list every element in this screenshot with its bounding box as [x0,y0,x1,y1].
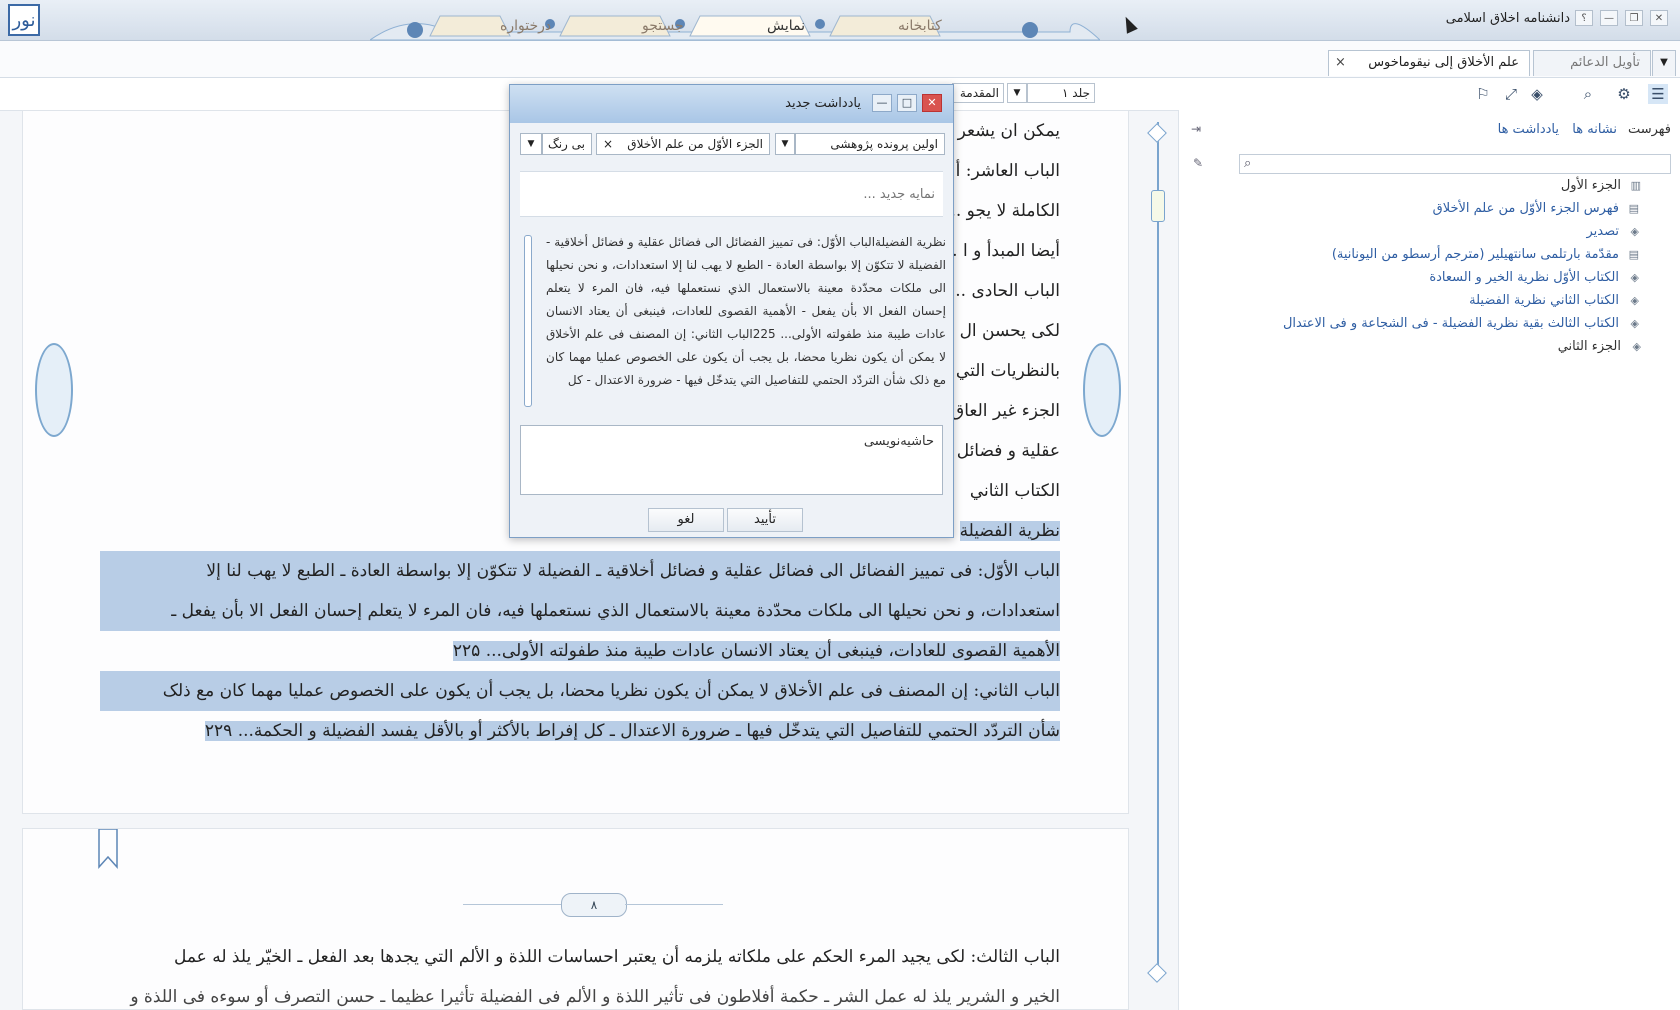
tree-item[interactable]: ▤مقدّمة بارتلمی سانتهیلیر (مترجم أرسطو م… [1332,247,1639,262]
collapse-panel-icon[interactable]: ⇥ [1191,122,1201,136]
layers-icon: ◈ [1630,317,1639,330]
layers-icon[interactable]: ◈ [1527,84,1547,104]
divider-left [463,904,561,905]
fullscreen-icon[interactable]: ⤢ [1501,84,1521,104]
tab-bookmarks[interactable]: نشانه ها [1572,122,1617,137]
app-title: دانشنامه اخلاق اسلامی [1445,11,1570,26]
tree-item[interactable]: ◈الکتاب الثالث بقیة نظریة الفضیلة - فی ا… [1283,316,1639,331]
text-line[interactable]: الباب الثالث: لکی یجید المرء الحکم علی م… [100,937,1060,977]
close-button[interactable]: ✕ [1650,10,1668,26]
search-icon[interactable]: ⌕ [1244,156,1251,171]
text-line[interactable]: الخیر و الشریر یلذ له عمل الشر ـ حکمة أف… [100,977,1060,1009]
page-slider-thumb[interactable] [1151,190,1165,222]
new-index-input[interactable] [520,171,943,217]
document-tabs: علم الأخلاق إلی نیقوماخوس × تأویل الدعائ… [0,41,1680,78]
section-select[interactable]: المقدمة [952,83,1004,103]
tree-item[interactable]: ▤فهرس الجزء الأوّل من علم الأخلاق [1433,201,1639,216]
highlighted-line[interactable]: استعدادات، و نحن نحیلها الی ملکات محدّدة… [100,591,1060,631]
tree-item-root[interactable]: ◈الجزء الثاني [1558,339,1641,354]
ornament-right [1083,343,1121,437]
ornament-left [35,343,73,437]
dialog-title-bar[interactable]: یادداشت جدید ✕ □ — [510,85,953,123]
highlighted-line[interactable]: نظریة الفضیلة [959,521,1060,541]
tab-tree[interactable]: درختواره [500,18,551,34]
contents-search-input[interactable]: ⌕ [1239,154,1671,174]
doc-tab-active[interactable]: علم الأخلاق إلی نیقوماخوس × [1328,50,1530,76]
page-icon: ▤ [1628,202,1639,215]
list-icon[interactable]: ☰ [1648,84,1668,104]
close-tab-icon[interactable]: × [1335,51,1346,75]
new-note-dialog: یادداشت جدید ✕ □ — اولین پرونده پژوهشی ▼… [509,84,954,538]
tree-item[interactable]: ◈الکتاب الأوّل نظریة الخیر و السعادة [1429,270,1639,285]
annotation-textarea[interactable]: حاشیه‌نویسی [520,425,943,495]
layers-icon: ◈ [1630,271,1639,284]
highlighted-line[interactable]: الباب الأوّل: فی تمییز الفضائل الی فضائل… [100,551,1060,591]
slider-bottom-cap[interactable] [1147,963,1167,983]
layers-icon: ◈ [1632,340,1641,353]
folder-select[interactable]: اولین پرونده پژوهشی [795,133,945,155]
dialog-minimize-button[interactable]: — [872,94,892,112]
search-icon[interactable]: ⌕ [1578,84,1598,104]
tab-contents[interactable]: فهرست [1628,122,1671,137]
highlighted-line[interactable]: شأن التردّد الحتمي للتفاصیل التي یتدخّل … [204,721,1060,741]
page-number: ۸ [561,893,627,917]
doc-tab[interactable]: تأویل الدعائم [1533,50,1651,76]
dialog-title: یادداشت جدید [785,96,861,111]
confirm-button[interactable]: تأیید [727,508,803,532]
bookmark-ribbon-icon[interactable] [97,829,119,869]
cancel-button[interactable]: لغو [648,508,724,532]
help-button[interactable]: ؟ [1575,10,1593,26]
divider-right [625,904,723,905]
side-panel: فهرست نشانه ها یادداشت ها ⇥ ✎ ⌕ ▥الجزء ا… [1178,110,1680,1010]
highlighted-line[interactable]: الأهمیة القصوی للعادات، فینبغی أن یعتاد … [452,641,1060,661]
title-bar: نور کتابخانه نمایش جستجو درختواره دانشنا… [0,0,1680,41]
page-slider-track[interactable] [1157,122,1159,974]
wrench-icon[interactable]: ✎ [1193,156,1203,170]
doc-tab-label: علم الأخلاق إلی نیقوماخوس [1368,55,1519,70]
tree-item[interactable]: ◈تصدیر [1586,224,1639,239]
app-logo: نور [8,4,40,36]
dialog-close-button[interactable]: ✕ [922,94,942,112]
layers-icon: ◈ [1630,294,1639,307]
tabs-dropdown-icon[interactable]: ▼ [1652,50,1676,76]
volume-select[interactable]: جلد ۱ [1027,83,1095,103]
gear-icon[interactable]: ⚙ [1614,84,1634,104]
folder-dropdown-icon[interactable]: ▼ [775,133,795,155]
tree-item[interactable]: ◈الکتاب الثاني نظریة الفضیلة [1469,293,1639,308]
color-select[interactable]: بی رنگ [542,133,592,155]
tab-search[interactable]: جستجو [642,18,684,34]
highlighted-line[interactable]: الباب الثاني: إن المصنف فی علم الأخلاق ل… [100,671,1060,711]
bookmark-icon[interactable]: ⚐ [1473,84,1493,104]
remove-chip-icon[interactable]: × [603,134,613,154]
tab-library[interactable]: کتابخانه [898,18,942,34]
ribbon-tab-strip [370,15,1100,41]
tab-notes[interactable]: یادداشت ها [1498,122,1559,137]
book-icon: ▥ [1630,179,1641,192]
volume-dropdown-icon[interactable]: ▼ [1007,83,1027,103]
color-dropdown-icon[interactable]: ▼ [520,133,542,155]
tree-item-root[interactable]: ▥الجزء الأول [1561,178,1641,193]
restore-button[interactable]: ❐ [1625,10,1643,26]
page-icon: ▤ [1628,248,1639,261]
source-chip[interactable]: الجزء الأوّل من علم الأخلاق × [596,133,770,155]
slider-top-cap[interactable] [1147,123,1167,143]
tab-view[interactable]: نمایش [767,18,805,34]
layers-icon: ◈ [1630,225,1639,238]
minimize-button[interactable]: — [1600,10,1618,26]
reader-page-next: ۸ الباب الثالث: لکی یجید المرء الحکم علی… [22,828,1129,1010]
dialog-maximize-button[interactable]: □ [897,94,917,112]
quote-scrollbar[interactable] [524,235,532,407]
quoted-text: نظریة الفضیلةالباب الأوّل: فی تمییز الفض… [546,235,946,387]
